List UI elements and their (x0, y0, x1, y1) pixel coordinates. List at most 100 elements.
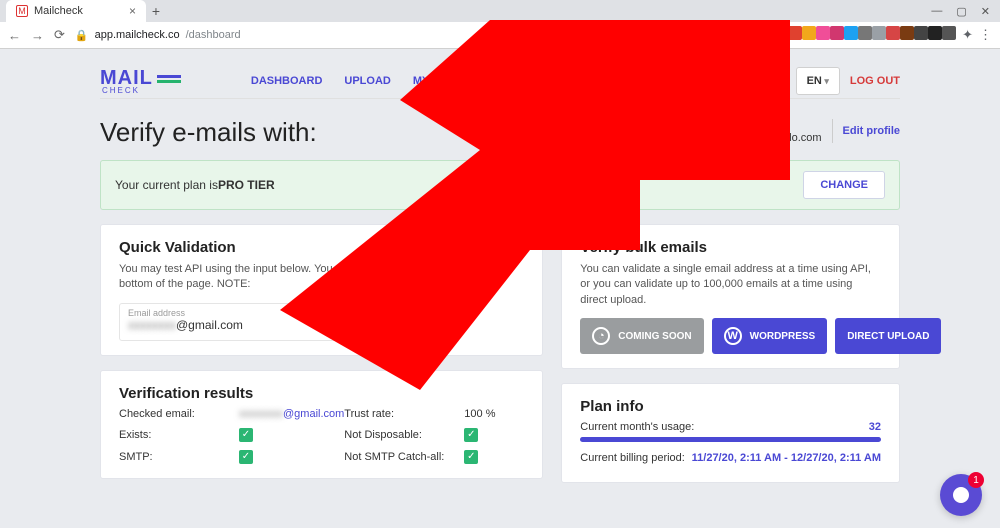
quick-validation-title: Quick Validation (119, 239, 524, 256)
usage-label: Current month's usage: (580, 421, 694, 433)
minimize-icon[interactable]: — (931, 5, 942, 18)
browser-menu-icon[interactable]: ⋮ (979, 27, 992, 43)
profile-block: Hey, weirdo@hitechweirdo.com Edit profil… (692, 117, 900, 146)
address-bar: ← → ⟳ 🔒 app.mailcheck.co/dashboard ◧ ☆ ✦… (0, 22, 1000, 48)
edit-profile-link[interactable]: Edit profile (843, 125, 900, 137)
verify-bulk-title: Verify bulk emails (580, 239, 881, 256)
reload-icon[interactable]: ⟳ (54, 27, 65, 43)
extension-icon[interactable] (942, 26, 956, 40)
url-path: /dashboard (186, 29, 241, 41)
window-controls: — ▢ ✕ (931, 5, 1000, 18)
nav-my-files[interactable]: MY FILES (413, 75, 464, 87)
coming-soon-button: ◔ COMING SOON (580, 318, 703, 354)
page-title: Verify e-mails with: (100, 117, 317, 148)
nav-links: DASHBOARD UPLOAD MY FILES API SETTINGS (251, 75, 581, 87)
logout-link[interactable]: LOG OUT (850, 75, 900, 87)
check-icon: ✓ (464, 428, 478, 442)
extension-icon[interactable] (760, 26, 774, 40)
extension-icon[interactable] (928, 26, 942, 40)
email-domain: @gmail.com (176, 318, 243, 332)
nav-api[interactable]: API (485, 75, 503, 87)
billing-value: 11/27/20, 2:11 AM - 12/27/20, 2:11 AM (692, 452, 881, 464)
checked-email-value: xxxxxxxx@gmail.com (239, 408, 344, 420)
checked-email-label: Checked email: (119, 408, 239, 420)
new-tab-button[interactable]: + (146, 3, 166, 19)
logo[interactable]: MAIL CHECK (100, 67, 181, 95)
not-disposable-label: Not Disposable: (344, 429, 464, 441)
billing-label: Current billing period: (580, 452, 685, 464)
email-field-label: Email address (128, 308, 353, 318)
verify-bulk-card: Verify bulk emails You can validate a si… (561, 224, 900, 369)
not-catchall-label: Not SMTP Catch-all: (344, 451, 464, 463)
usage-progress-bar (580, 437, 881, 442)
extension-icon[interactable] (844, 26, 858, 40)
language-selector[interactable]: EN (796, 67, 840, 95)
clock-icon: ◔ (592, 327, 610, 345)
quick-validation-card: Quick Validation You may test API using … (100, 224, 543, 356)
plan-banner: Your current plan is PRO TIER CHANGE (100, 160, 900, 210)
upgrade-button[interactable]: UPGRADE (703, 68, 786, 94)
close-icon[interactable]: × (129, 4, 136, 18)
maximize-icon[interactable]: ▢ (956, 5, 966, 18)
extension-icon[interactable] (732, 26, 746, 40)
divider (832, 119, 833, 143)
quick-validation-desc: You may test API using the input below. … (119, 262, 524, 293)
extension-icon[interactable] (900, 26, 914, 40)
email-input[interactable]: Email address xxxxxxxx@gmail.com (119, 303, 362, 341)
extension-icon[interactable] (872, 26, 886, 40)
tab-favicon: M (16, 5, 28, 17)
extension-icon[interactable] (886, 26, 900, 40)
user-email: weirdo@hitechweirdo.com (692, 131, 821, 145)
wordpress-icon: W (724, 327, 742, 345)
plan-tier: PRO TIER (218, 178, 275, 192)
forward-icon[interactable]: → (31, 28, 44, 43)
extension-tray: ◧ ☆ ✦ ⋮ (696, 26, 992, 45)
extension-icon[interactable] (788, 26, 802, 40)
nav-settings[interactable]: SETTINGS (526, 75, 581, 87)
tab-title: Mailcheck (34, 5, 83, 17)
extensions-puzzle-icon[interactable]: ✦ (962, 27, 973, 43)
check-icon: ✓ (464, 450, 478, 464)
browser-chrome: M Mailcheck × + — ▢ ✕ ← → ⟳ 🔒 app.mailch… (0, 0, 1000, 49)
change-plan-button[interactable]: CHANGE (803, 171, 885, 199)
nav-upload[interactable]: UPLOAD (344, 75, 390, 87)
email-local-blur: xxxxxxxx (128, 318, 176, 332)
qr-icon[interactable]: ◧ (696, 27, 708, 43)
direct-upload-button[interactable]: DIRECT UPLOAD (835, 318, 941, 354)
wordpress-button[interactable]: W WORDPRESS (712, 318, 828, 354)
chat-badge: 1 (968, 472, 984, 488)
url-host: app.mailcheck.co (95, 29, 180, 41)
plan-info-title: Plan info (580, 398, 881, 415)
usage-value: 32 (869, 421, 881, 433)
close-window-icon[interactable]: ✕ (981, 5, 990, 18)
extension-icon[interactable] (802, 26, 816, 40)
check-icon: ✓ (239, 450, 253, 464)
plan-banner-text: Your current plan is (115, 178, 218, 192)
verify-bulk-desc: You can validate a single email address … (580, 262, 881, 308)
url-box[interactable]: 🔒 app.mailcheck.co/dashboard (75, 29, 241, 42)
extension-icon[interactable] (858, 26, 872, 40)
greeting-text: Hey, (692, 117, 821, 131)
browser-tab[interactable]: M Mailcheck × (6, 0, 146, 22)
extension-icon[interactable] (774, 26, 788, 40)
app-root: MAIL CHECK DASHBOARD UPLOAD MY FILES API SET… (0, 49, 1000, 483)
bookmark-star-icon[interactable]: ☆ (714, 27, 726, 43)
nav-dashboard[interactable]: DASHBOARD (251, 75, 323, 87)
extension-icon[interactable] (830, 26, 844, 40)
plan-info-card: Plan info Current month's usage: 32 Curr… (561, 383, 900, 483)
extension-icon[interactable] (816, 26, 830, 40)
lock-icon: 🔒 (75, 29, 89, 42)
extension-icon[interactable] (914, 26, 928, 40)
verification-results-card: Verification results Checked email: xxxx… (100, 370, 543, 479)
trust-rate-label: Trust rate: (344, 408, 464, 420)
verification-results-title: Verification results (119, 385, 524, 402)
smtp-label: SMTP: (119, 451, 239, 463)
chat-icon (953, 487, 969, 503)
back-icon[interactable]: ← (8, 28, 21, 43)
check-icon: ✓ (239, 428, 253, 442)
extension-icon[interactable] (746, 26, 760, 40)
top-nav: MAIL CHECK DASHBOARD UPLOAD MY FILES API SET… (100, 63, 900, 99)
chat-widget[interactable]: 1 (940, 474, 982, 516)
exists-label: Exists: (119, 429, 239, 441)
trust-rate-value: 100 % (464, 408, 524, 420)
